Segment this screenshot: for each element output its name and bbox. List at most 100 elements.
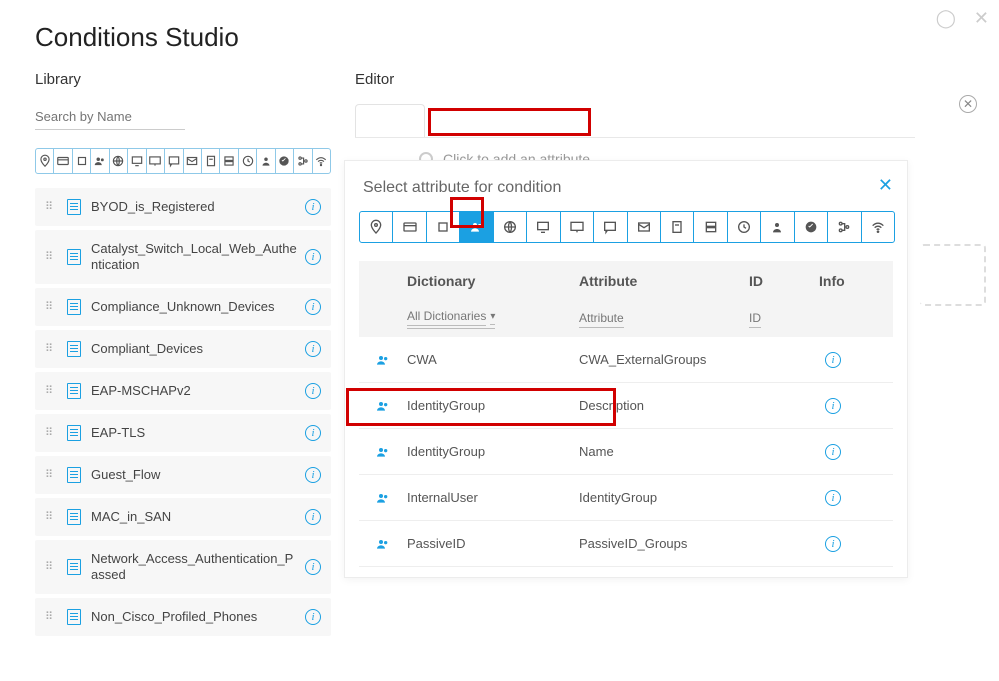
drag-handle-icon[interactable]: ⠿ [45,305,59,310]
condition-doc-icon [67,299,81,315]
drag-handle-icon[interactable]: ⠿ [45,347,59,352]
group-icon [359,444,407,460]
attribute-row[interactable]: InternalUser IdentityGroup i [359,475,893,521]
page-title: Conditions Studio [0,0,999,53]
info-icon[interactable]: i [825,352,841,368]
shield-icon[interactable] [795,212,828,242]
info-icon[interactable]: i [305,383,321,399]
message-icon[interactable] [165,149,183,173]
display-icon[interactable] [561,212,594,242]
library-item[interactable]: ⠿ Guest_Flow i [35,456,331,494]
search-input[interactable] [35,104,185,130]
drop-zone[interactable] [920,244,986,306]
filter-attribute[interactable]: Attribute [579,311,624,328]
library-item[interactable]: ⠿ BYOD_is_Registered i [35,188,331,226]
row-attribute: PassiveID_Groups [579,536,749,551]
user-icon[interactable] [761,212,794,242]
library-item[interactable]: ⠿ Compliance_Unknown_Devices i [35,288,331,326]
message-icon[interactable] [594,212,627,242]
user-icon[interactable] [257,149,275,173]
drag-handle-icon[interactable]: ⠿ [45,615,59,620]
group-icon [359,352,407,368]
info-icon[interactable]: i [305,609,321,625]
doc-icon[interactable] [661,212,694,242]
filter-dictionary[interactable]: All Dictionaries▾ [407,309,495,329]
filter-id[interactable]: ID [749,311,761,328]
attribute-row[interactable]: CWA CWA_ExternalGroups i [359,337,893,383]
library-item[interactable]: ⠿ EAP-MSCHAPv2 i [35,372,331,410]
info-icon[interactable]: i [305,199,321,215]
help-icon[interactable]: ◯ [936,8,956,29]
library-item[interactable]: ⠿ Compliant_Devices i [35,330,331,368]
library-item[interactable]: ⠿ Network_Access_Authentication_Passed i [35,540,331,594]
condition-doc-icon [67,341,81,357]
info-icon[interactable]: i [305,341,321,357]
attribute-row[interactable]: IdentityGroup Name i [359,429,893,475]
drag-handle-icon[interactable]: ⠿ [45,389,59,394]
drag-handle-icon[interactable]: ⠿ [45,255,59,260]
mail-icon[interactable] [628,212,661,242]
card-icon[interactable] [54,149,72,173]
library-item-label: Non_Cisco_Profiled_Phones [91,609,299,625]
box-icon[interactable] [73,149,91,173]
attribute-row[interactable]: IdentityGroup Description i [359,383,893,429]
wifi-icon[interactable] [862,212,894,242]
info-icon[interactable]: i [305,559,321,575]
card-icon[interactable] [393,212,426,242]
library-item-label: Compliance_Unknown_Devices [91,299,299,315]
library-item[interactable]: ⠿ Catalyst_Switch_Local_Web_Authenticati… [35,230,331,284]
drag-handle-icon[interactable]: ⠿ [45,473,59,478]
display-icon[interactable] [147,149,165,173]
info-icon[interactable]: i [825,398,841,414]
info-icon[interactable]: i [305,509,321,525]
drag-handle-icon[interactable]: ⠿ [45,515,59,520]
library-item[interactable]: ⠿ Non_Cisco_Profiled_Phones i [35,598,331,636]
editor-tab[interactable] [355,104,425,138]
monitor-icon[interactable] [527,212,560,242]
popup-category-filter[interactable] [359,211,895,243]
library-category-filter[interactable] [35,148,331,174]
attribute-row[interactable]: PassiveID PassiveID_Groups i [359,521,893,567]
info-icon[interactable]: i [825,444,841,460]
location-icon[interactable] [360,212,393,242]
library-item[interactable]: ⠿ MAC_in_SAN i [35,498,331,536]
row-attribute: Name [579,444,749,459]
library-item[interactable]: ⠿ EAP-TLS i [35,414,331,452]
shield-icon[interactable] [276,149,294,173]
close-editor-row-icon[interactable]: ✕ [959,95,977,113]
mail-icon[interactable] [184,149,202,173]
group-icon[interactable] [460,212,493,242]
location-icon[interactable] [36,149,54,173]
drag-handle-icon[interactable]: ⠿ [45,565,59,570]
popup-close-icon[interactable]: ✕ [878,175,893,196]
clock-icon[interactable] [239,149,257,173]
info-icon[interactable]: i [305,299,321,315]
row-dictionary: PassiveID [407,536,579,551]
branch-icon[interactable] [828,212,861,242]
info-icon[interactable]: i [825,490,841,506]
wifi-icon[interactable] [313,149,330,173]
monitor-icon[interactable] [128,149,146,173]
globe-icon[interactable] [110,149,128,173]
condition-doc-icon [67,609,81,625]
info-icon[interactable]: i [305,467,321,483]
box-icon[interactable] [427,212,460,242]
drag-handle-icon[interactable]: ⠿ [45,431,59,436]
close-window-icon[interactable]: ✕ [974,8,989,29]
popup-title: Select attribute for condition [359,179,893,197]
server-icon[interactable] [220,149,238,173]
clock-icon[interactable] [728,212,761,242]
group-icon[interactable] [91,149,109,173]
drag-handle-icon[interactable]: ⠿ [45,205,59,210]
header-info: Info [819,273,889,289]
info-icon[interactable]: i [305,249,321,265]
condition-doc-icon [67,509,81,525]
info-icon[interactable]: i [825,536,841,552]
globe-icon[interactable] [494,212,527,242]
doc-icon[interactable] [202,149,220,173]
row-attribute: Description [579,398,749,413]
info-icon[interactable]: i [305,425,321,441]
condition-doc-icon [67,249,81,265]
server-icon[interactable] [694,212,727,242]
branch-icon[interactable] [294,149,312,173]
